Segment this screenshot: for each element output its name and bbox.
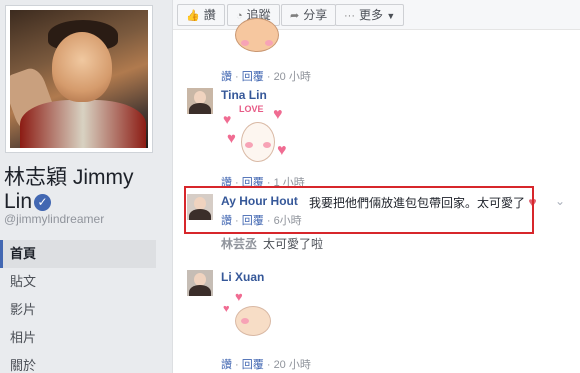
more-button-label: 更多 [359,8,384,22]
comment-text: 太可愛了啦 [263,237,324,251]
page-nav: 首頁 貼文 影片 相片 關於 [0,240,156,373]
sticker-cheek [265,40,273,46]
heart-icon: ♥ [277,142,287,159]
verified-badge-icon: ✓ [34,194,52,211]
nav-item-about[interactable]: 關於 [0,352,156,373]
comment-like-link[interactable]: 讚 [221,359,232,371]
profile-photo-body [20,100,146,148]
comment-meta: 讚 · 回覆 · 20 小時 [221,359,311,371]
sticker-image[interactable]: ♥ ♥ [221,288,283,346]
share-button[interactable]: ➦ 分享 [281,4,337,26]
sticker-image[interactable] [231,18,283,60]
sticker-cheek [241,40,249,46]
sticker-love-text: LOVE [239,104,264,114]
nav-item-videos[interactable]: 影片 [0,296,156,324]
sticker-cheek [245,142,253,148]
share-arrow-icon: ➦ [290,10,300,22]
chevron-down-icon[interactable]: ⌄ [555,194,565,208]
page-sidebar: 林志穎 Jimmy Lin ✓ @jimmylindreamer 首頁 貼文 影片… [0,0,164,373]
sticker-bunny [235,18,279,52]
sticker-cheek [241,318,249,324]
comment-reply-link[interactable]: 回覆 [242,359,264,371]
heart-icon: ♥ [235,289,243,304]
thumbs-up-icon: 👍 [186,10,200,22]
comment-time[interactable]: 20 小時 [274,359,311,371]
nav-item-posts[interactable]: 貼文 [0,268,156,296]
page-title-text: 林志穎 Jimmy Lin [4,166,134,213]
nav-item-home[interactable]: 首頁 [0,240,156,268]
profile-picture[interactable] [6,6,152,152]
comment-meta: 讚 · 回覆 · 20 小時 [221,71,311,83]
caret-down-icon: ▼ [386,11,396,21]
share-button-label: 分享 [303,8,328,22]
rss-icon: ◔ [236,10,243,22]
comment-time[interactable]: 20 小時 [274,71,311,83]
sticker-cheek [263,142,271,148]
heart-icon: ♥ [227,130,236,147]
comment-author[interactable]: 林芸丞 [221,235,257,252]
highlight-annotation-box [184,186,534,234]
comment-reply-link[interactable]: 回覆 [242,71,264,83]
profile-photo-face [52,32,112,102]
comment-author[interactable]: Li Xuan [221,270,264,284]
heart-icon: ♥ [223,303,230,315]
avatar[interactable] [187,270,213,296]
post-action-bar: 👍 讚 ◔ 追蹤 ➦ 分享 ··· 更多 ▼ [173,0,580,30]
page-handle[interactable]: @jimmylindreamer [4,212,104,226]
like-button[interactable]: 👍 讚 [177,4,225,26]
nav-item-photos[interactable]: 相片 [0,324,156,352]
heart-icon: ♥ [273,106,283,123]
heart-icon: ♥ [223,111,232,127]
comment-author[interactable]: Tina Lin [221,88,267,102]
dots-icon: ··· [344,10,355,22]
avatar[interactable] [187,88,213,114]
like-button-label: 讚 [203,8,216,22]
more-button[interactable]: ··· 更多 ▼ [335,4,405,26]
page-title[interactable]: 林志穎 Jimmy Lin ✓ [4,166,160,214]
sticker-image[interactable]: LOVE ♥ ♥ ♥ ♥ [221,104,295,170]
comment-like-link[interactable]: 讚 [221,71,232,83]
